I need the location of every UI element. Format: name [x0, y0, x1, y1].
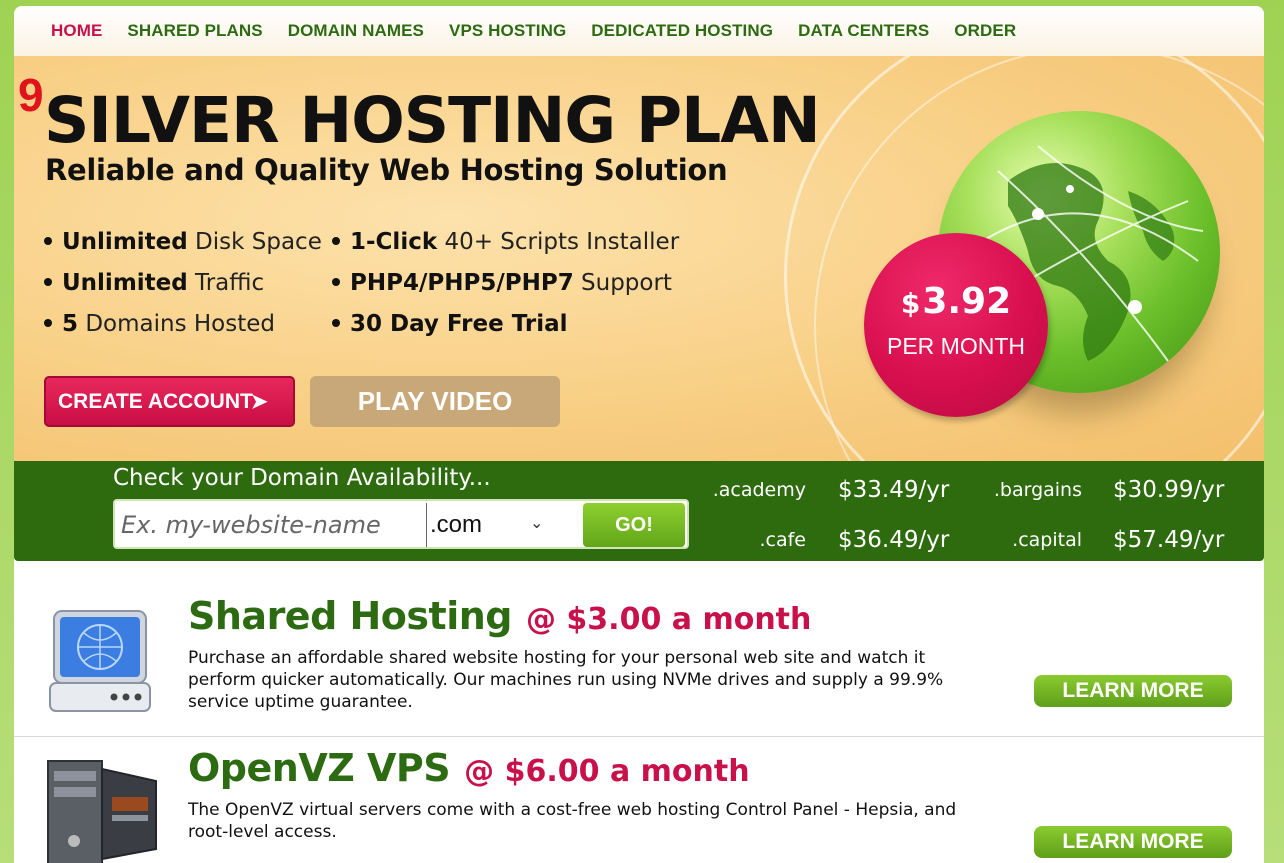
hero-banner: 9 SILVER HOSTING PLAN Reliable and Quali… [14, 56, 1264, 461]
feature-text: Disk Space [187, 229, 322, 255]
domain-title: Check your Domain Availability... [113, 465, 491, 491]
nav-domain-names[interactable]: DOMAIN NAMES [288, 21, 424, 41]
product-price: @ $6.00 a month [464, 754, 750, 789]
tld-price: $33.49/yr [838, 477, 950, 503]
domain-search-form: .com ⌄ GO! [113, 499, 689, 549]
domain-search-input[interactable] [117, 503, 427, 547]
page-container: HOME SHARED PLANS DOMAIN NAMES VPS HOSTI… [14, 6, 1264, 863]
nav-data-centers[interactable]: DATA CENTERS [798, 21, 929, 41]
feature-item: 5 Domains Hosted [44, 311, 275, 337]
price-currency: $ [900, 287, 921, 320]
tld-selected-value: .com [430, 511, 483, 538]
hero-title: SILVER HOSTING PLAN [44, 84, 821, 157]
main-nav: HOME SHARED PLANS DOMAIN NAMES VPS HOSTI… [14, 6, 1264, 56]
feature-item: 1-Click 40+ Scripts Installer [332, 229, 679, 255]
tld-price: $30.99/yr [1113, 477, 1225, 503]
feature-item: Unlimited Traffic [44, 270, 264, 296]
shared-hosting-drive-icon [48, 605, 152, 719]
feature-item: 30 Day Free Trial [332, 311, 568, 337]
feature-item: PHP4/PHP5/PHP7 Support [332, 270, 672, 296]
feature-text: 40+ Scripts Installer [437, 229, 680, 255]
tld-name: .academy [712, 479, 806, 501]
chevron-down-icon: ⌄ [530, 515, 544, 532]
plan-number-badge: 9 [18, 69, 44, 121]
hero-subtitle: Reliable and Quality Web Hosting Solutio… [45, 153, 728, 187]
nav-shared-plans[interactable]: SHARED PLANS [127, 21, 262, 41]
nav-vps-hosting[interactable]: VPS HOSTING [449, 21, 566, 41]
tld-name: .cafe [759, 529, 806, 551]
feature-text: Support [573, 270, 672, 296]
price-badge: $3.92 PER MONTH [864, 233, 1048, 417]
product-title: Shared Hosting @ $3.00 a month [188, 594, 811, 638]
feature-text: Domains Hosted [78, 311, 275, 337]
domain-search-bar: Check your Domain Availability... .com ⌄… [14, 461, 1264, 561]
product-description: Purchase an affordable shared website ho… [188, 648, 944, 712]
feature-text: Traffic [187, 270, 265, 296]
product-title: OpenVZ VPS @ $6.00 a month [188, 746, 750, 790]
create-account-button[interactable]: CREATE ACCOUNT ➤ [44, 376, 295, 427]
arrow-right-icon: ➤ [250, 391, 268, 413]
product-price: @ $3.00 a month [525, 602, 812, 637]
product-description: The OpenVZ virtual servers come with a c… [188, 800, 957, 842]
tld-price: $57.49/yr [1113, 527, 1225, 553]
feature-bold: Unlimited [62, 270, 188, 296]
price-amount-line: $3.92 [864, 281, 1048, 322]
go-button[interactable]: GO! [583, 503, 685, 547]
price-period: PER MONTH [887, 333, 1025, 359]
tld-name: .capital [1012, 529, 1082, 551]
feature-bold: 5 [62, 311, 79, 337]
nav-home[interactable]: HOME [51, 21, 102, 41]
tld-price: $36.49/yr [838, 527, 950, 553]
play-video-button[interactable]: PLAY VIDEO [310, 376, 560, 427]
create-account-label: CREATE ACCOUNT [58, 389, 253, 413]
learn-more-button[interactable]: LEARN MORE [1034, 826, 1232, 858]
feature-bold: 1-Click [350, 229, 438, 255]
vps-server-icon [44, 751, 162, 863]
feature-item: Unlimited Disk Space [44, 229, 322, 255]
feature-bold: Unlimited [62, 229, 188, 255]
product-name: Shared Hosting [188, 594, 512, 638]
product-name: OpenVZ VPS [188, 746, 451, 790]
feature-bold: 30 Day Free Trial [350, 311, 568, 337]
product-row: OpenVZ VPS @ $6.00 a month The OpenVZ vir… [14, 736, 1264, 863]
feature-bold: PHP4/PHP5/PHP7 [350, 270, 574, 296]
price-amount: 3.92 [922, 281, 1012, 322]
nav-dedicated-hosting[interactable]: DEDICATED HOSTING [591, 21, 773, 41]
tld-name: .bargains [993, 479, 1082, 501]
nav-order[interactable]: ORDER [954, 21, 1016, 41]
tld-select[interactable]: .com ⌄ [428, 503, 558, 547]
product-row: Shared Hosting @ $3.00 a month Purchase a… [14, 585, 1264, 735]
learn-more-button[interactable]: LEARN MORE [1034, 675, 1232, 707]
